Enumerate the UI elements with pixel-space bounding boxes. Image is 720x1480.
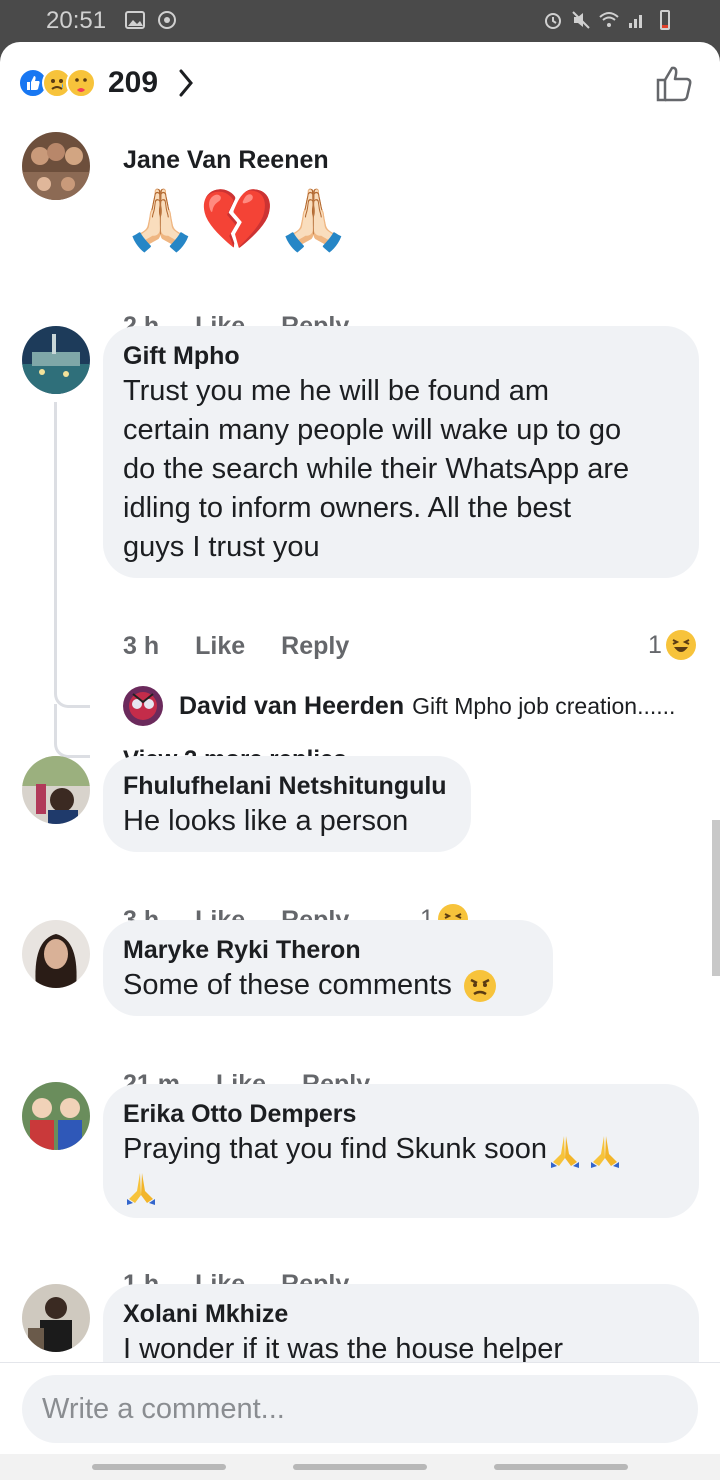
reactions-header: 209 xyxy=(0,42,720,128)
comment-composer: Write a comment... xyxy=(0,1362,720,1454)
comment-text-row xyxy=(123,1169,679,1205)
thread-line xyxy=(54,402,57,660)
reaction-count-value: 1 xyxy=(648,630,662,659)
battery-low-icon xyxy=(660,10,670,30)
signal-icon xyxy=(629,15,642,28)
avatar[interactable] xyxy=(22,920,90,988)
comment-text: 🙏🏻💔🙏🏻 xyxy=(123,186,354,253)
comment-text-line: do the search while their WhatsApp are xyxy=(123,453,630,485)
comment-author[interactable]: Erika Otto Dempers xyxy=(123,1098,679,1130)
reply-text: Gift Mpho job creation...... xyxy=(412,692,676,719)
status-time: 20:51 xyxy=(46,7,107,34)
praying-hands-emoji-icon xyxy=(550,1135,579,1168)
care-reaction-icon xyxy=(66,68,96,98)
reply-author[interactable]: David van Heerden xyxy=(179,692,404,721)
avatar[interactable] xyxy=(22,132,90,200)
thumbs-up-outline-icon[interactable] xyxy=(654,64,694,104)
comment-text-line: guys I trust you xyxy=(123,531,320,563)
comment-text-line: Trust you me he will be found am xyxy=(123,375,550,407)
avatar[interactable] xyxy=(22,756,90,824)
comment-author[interactable]: Jane Van Reenen xyxy=(123,144,353,176)
avatar[interactable] xyxy=(22,1284,90,1352)
comment-bubble: Maryke Ryki Theron Some of these comment… xyxy=(103,920,553,1016)
wifi-icon xyxy=(599,12,619,27)
comment-author[interactable]: Fhulufhelani Netshitungulu xyxy=(123,770,451,802)
comment-author[interactable]: Gift Mpho xyxy=(123,340,679,372)
comment-text-row: Praying that you find Skunk soon xyxy=(123,1130,679,1169)
comment-reaction-count[interactable]: 1 xyxy=(648,630,696,660)
nav-handle[interactable] xyxy=(494,1464,628,1470)
comment-author[interactable]: Xolani Mkhize xyxy=(123,1298,679,1330)
comments-sheet: 209 Jane Van Reenen 🙏🏻💔🙏🏻 2 h Like Reply… xyxy=(0,42,720,1480)
reply-preview[interactable]: David van Heerden Gift Mpho job creation… xyxy=(123,686,675,726)
comment-body: Jane Van Reenen 🙏🏻💔🙏🏻 xyxy=(123,144,353,262)
comment-bubble: Gift Mpho Trust you me he will be found … xyxy=(103,326,699,578)
gallery-icon xyxy=(125,11,145,29)
avatar[interactable] xyxy=(22,326,90,394)
status-bar: 20:51 xyxy=(0,0,720,42)
comment-text: He looks like a person xyxy=(123,805,409,837)
comment-text: Some of these comments xyxy=(123,969,452,1001)
reply-button[interactable]: Reply xyxy=(281,632,349,661)
angry-face-emoji-icon xyxy=(463,969,496,1002)
sync-icon xyxy=(158,11,176,29)
comment-time: 3 h xyxy=(123,632,160,660)
scrollbar[interactable] xyxy=(712,820,720,976)
comment-author[interactable]: Maryke Ryki Theron xyxy=(123,934,533,966)
chevron-right-icon xyxy=(179,69,194,97)
praying-hands-emoji-icon xyxy=(590,1135,619,1168)
praying-hands-emoji-icon xyxy=(127,1173,155,1205)
reactions-summary[interactable]: 209 xyxy=(18,66,194,100)
mute-icon xyxy=(572,11,590,29)
comment-text-line: certain many people will wake up to go xyxy=(123,414,622,446)
comment-text-row: Some of these comments xyxy=(123,966,533,1005)
alarm-icon xyxy=(545,13,561,29)
nav-handle[interactable] xyxy=(293,1464,427,1470)
system-nav-bar xyxy=(0,1454,720,1480)
write-comment-input[interactable]: Write a comment... xyxy=(22,1375,698,1443)
reaction-count: 209 xyxy=(108,66,159,99)
comment-text-line: idling to inform owners. All the best xyxy=(123,492,572,524)
comment-text: Praying that you find Skunk soon xyxy=(123,1133,547,1165)
comment-bubble: Erika Otto Dempers Praying that you find… xyxy=(103,1084,699,1218)
laughing-emoji-icon xyxy=(665,630,696,660)
thread-branch xyxy=(54,704,90,758)
nav-handle[interactable] xyxy=(92,1464,226,1470)
like-button[interactable]: Like xyxy=(195,632,245,661)
comment-bubble: Fhulufhelani Netshitungulu He looks like… xyxy=(103,756,471,852)
thread-branch xyxy=(54,660,90,708)
avatar[interactable] xyxy=(22,1082,90,1150)
avatar[interactable] xyxy=(123,686,163,726)
comment-actions: 3 h Like Reply xyxy=(123,632,349,661)
